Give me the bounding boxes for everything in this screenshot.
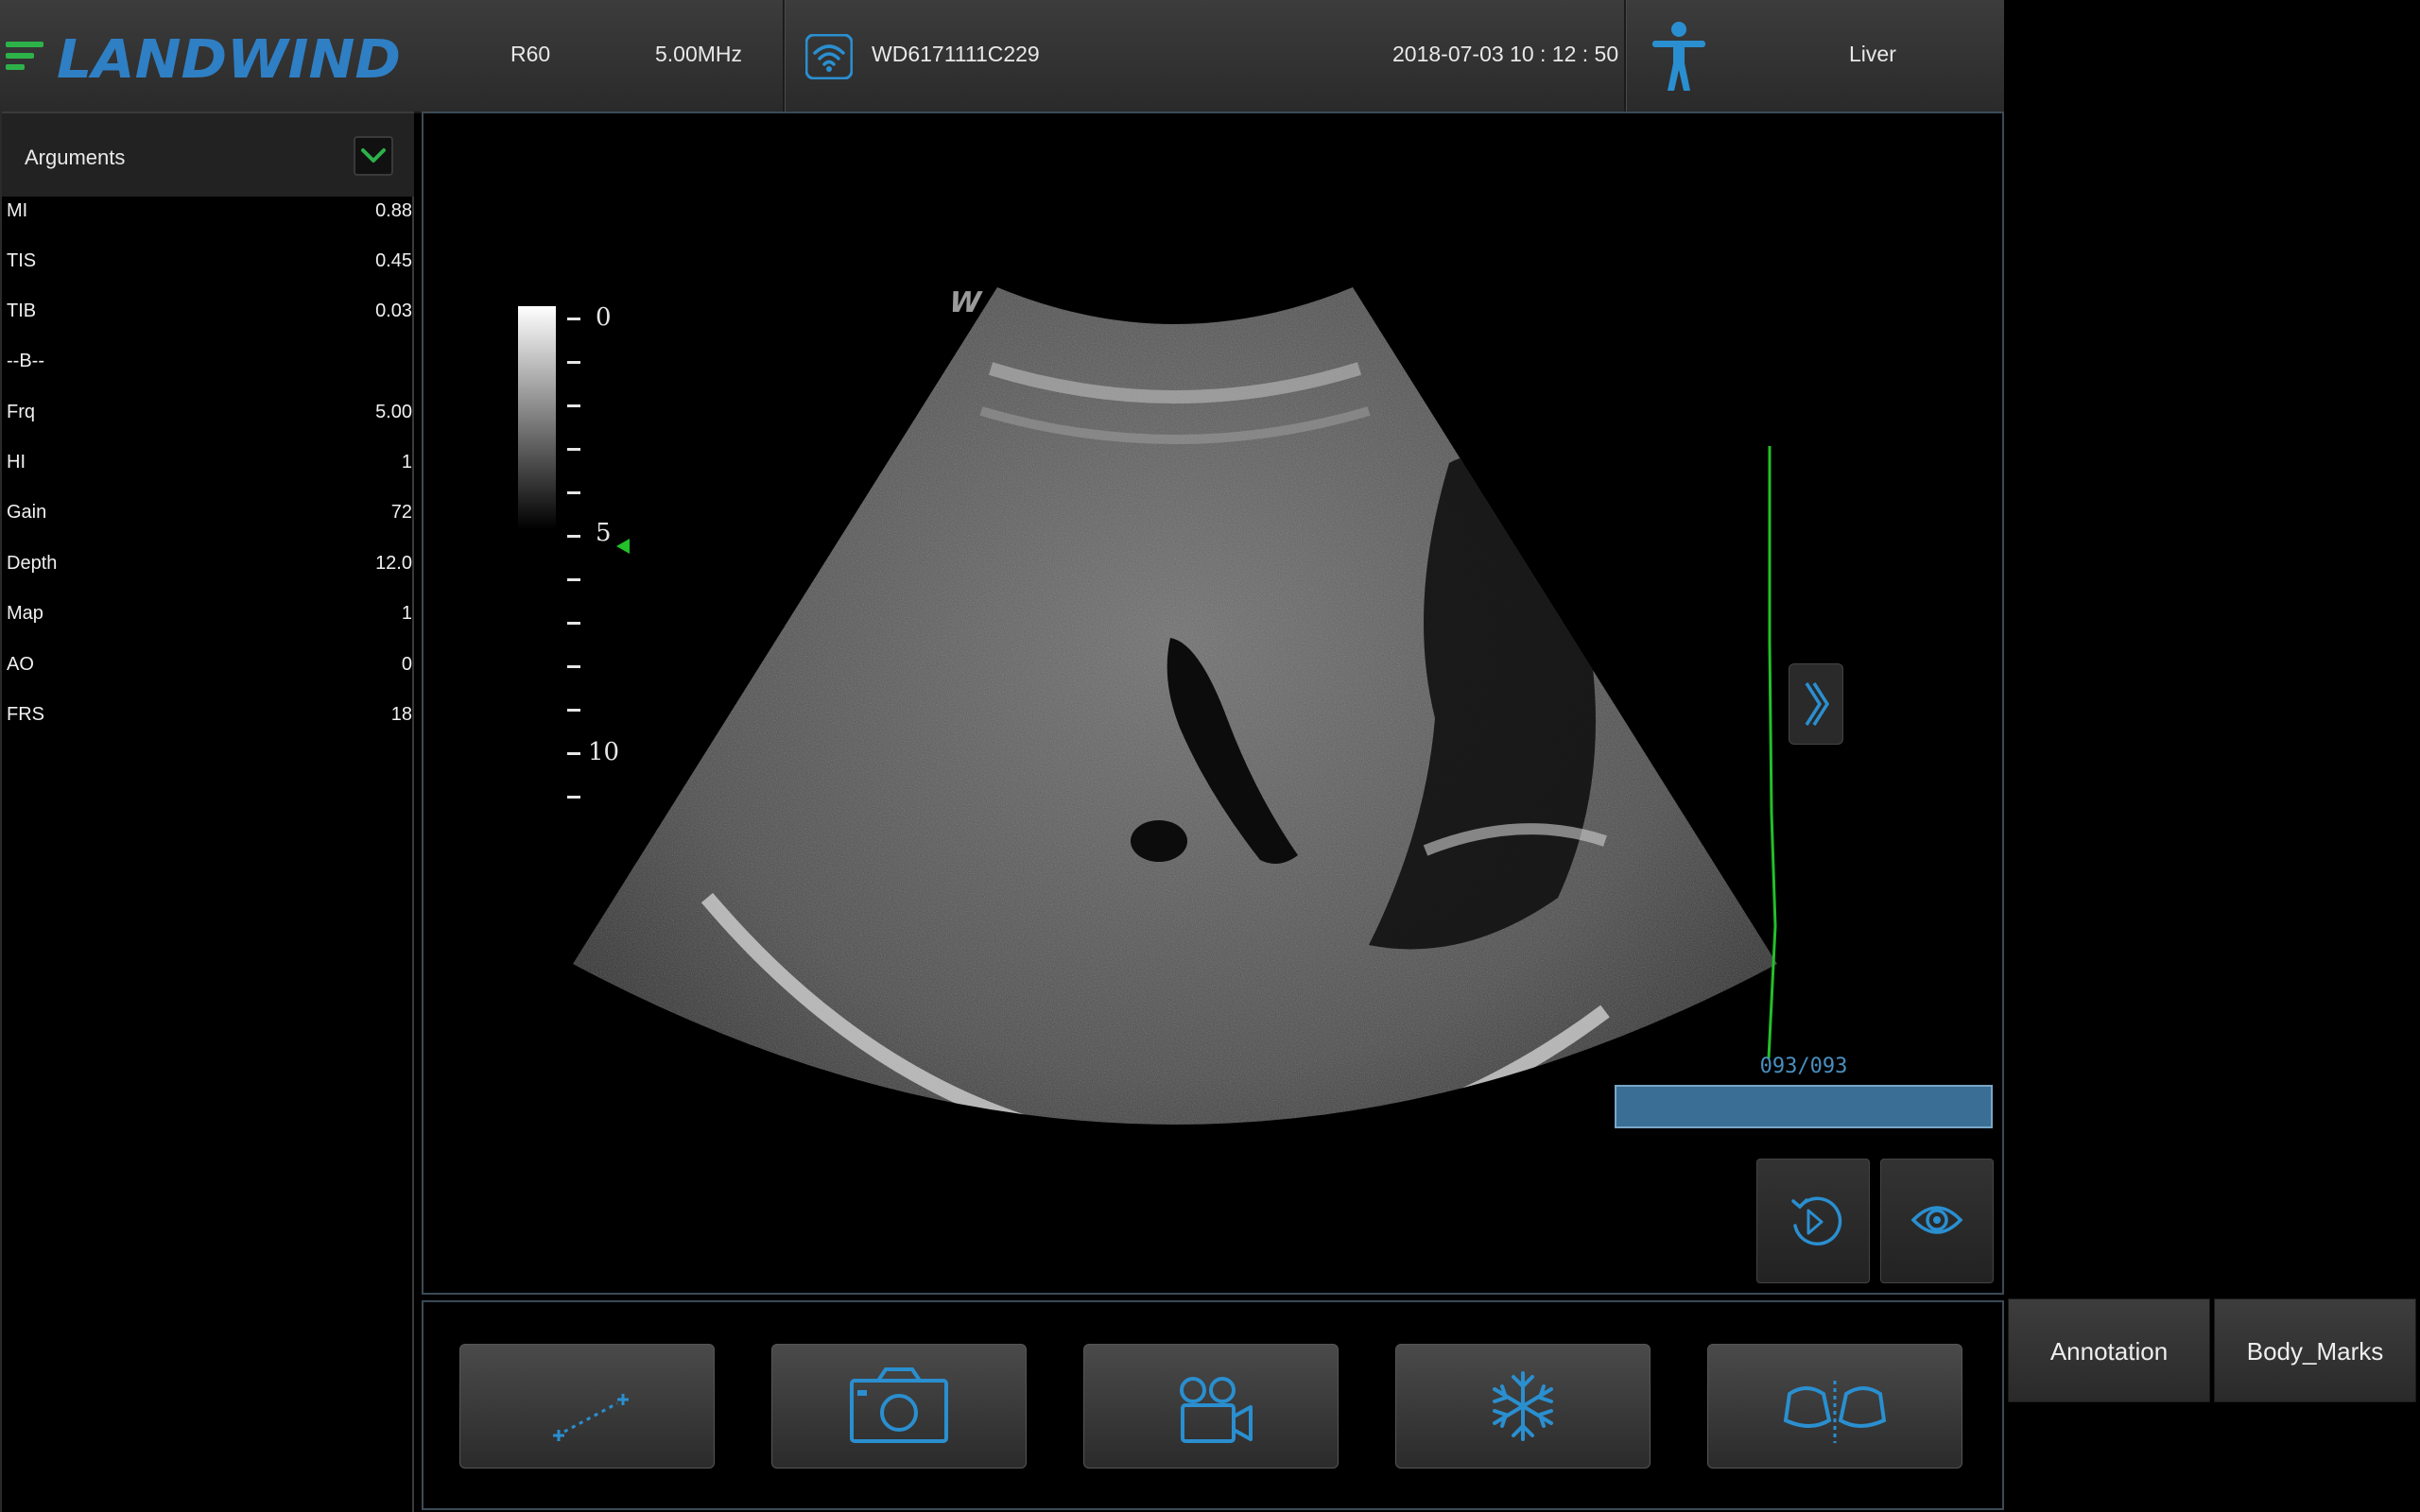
replay-icon	[1791, 1196, 1842, 1246]
argument-key: AO	[7, 654, 34, 675]
argument-value: 0.45	[375, 250, 412, 271]
probe-label: R60	[510, 42, 551, 66]
datetime: 2018-07-03 10 : 12 : 50	[1392, 42, 1619, 66]
preset-label[interactable]: Liver	[1849, 42, 1896, 67]
bottom-toolbar	[422, 1300, 2004, 1510]
argument-row: MI 0.88	[2, 200, 414, 229]
top-bar: LANDWIND R60 5.00MHz WD6171111C229 2018-…	[0, 0, 2004, 113]
frequency-label: 5.00MHz	[655, 42, 743, 66]
brand-text: LANDWIND	[57, 29, 401, 87]
measure-icon	[553, 1394, 629, 1441]
double-chevron-right-icon	[1805, 682, 1830, 726]
person-icon[interactable]	[1649, 21, 1709, 93]
argument-value: 1	[401, 452, 412, 472]
argument-value: 18	[390, 704, 412, 725]
argument-row: FRS 18	[2, 704, 414, 732]
camera-icon	[850, 1367, 948, 1443]
wifi-icon[interactable]	[805, 34, 853, 79]
argument-section: --B--	[7, 351, 44, 371]
argument-row: Gain 72	[2, 502, 414, 530]
cine-progress-fill	[1616, 1087, 1991, 1126]
argument-key: Map	[7, 603, 43, 624]
arguments-toggle-button[interactable]	[354, 136, 393, 176]
measure-button[interactable]	[459, 1344, 715, 1469]
argument-value: 72	[390, 502, 412, 523]
argument-row: HI 1	[2, 452, 414, 480]
argument-key: MI	[7, 200, 28, 221]
argument-key: TIS	[7, 250, 37, 271]
depth-label: 0	[596, 303, 612, 332]
argument-key: FRS	[7, 704, 44, 725]
header-divider	[1624, 0, 1626, 112]
video-record-button[interactable]	[1083, 1344, 1339, 1469]
argument-row: TIB 0.03	[2, 301, 414, 329]
cine-progress-bar[interactable]	[1615, 1085, 1993, 1128]
view-toggle-button[interactable]	[1880, 1159, 1994, 1283]
argument-value: 0.03	[375, 301, 412, 321]
focus-marker[interactable]	[616, 539, 630, 554]
eye-icon	[1910, 1206, 1963, 1234]
expand-panel-button[interactable]	[1789, 663, 1843, 745]
argument-value: 12.0	[375, 553, 412, 574]
orientation-mark: W	[945, 286, 985, 318]
chevron-down-icon	[361, 148, 386, 163]
dual-view-button[interactable]	[1707, 1344, 1962, 1469]
body-marks-button[interactable]: Body_Marks	[2214, 1298, 2416, 1402]
argument-value: 0.88	[375, 200, 412, 221]
argument-value: 1	[401, 603, 412, 624]
device-id: WD6171111C229	[872, 42, 1040, 66]
argument-row: Depth 12.0	[2, 553, 414, 581]
cine-counter: 093/093	[1759, 1055, 1848, 1078]
argument-key: HI	[7, 452, 26, 472]
annotation-button[interactable]: Annotation	[2008, 1298, 2210, 1402]
argument-key: Gain	[7, 502, 47, 523]
grayscale-bar	[518, 306, 556, 529]
argument-row: AO 0	[2, 654, 414, 682]
argument-key: Depth	[7, 553, 58, 574]
freeze-button[interactable]	[1395, 1344, 1651, 1469]
argument-key: Frq	[7, 402, 35, 422]
landwind-logo: LANDWIND	[6, 29, 401, 87]
screenshot-button[interactable]	[771, 1344, 1027, 1469]
argument-value: 5.00	[375, 402, 412, 422]
freeze-icon	[1493, 1371, 1553, 1441]
argument-value: 0	[401, 654, 412, 675]
depth-label: 10	[588, 738, 619, 766]
argument-row: Map 1	[2, 603, 414, 631]
arguments-title: Arguments	[25, 146, 126, 169]
argument-row: Frq 5.00	[2, 402, 414, 430]
argument-key: TIB	[7, 301, 37, 321]
header-divider	[783, 0, 785, 112]
arguments-panel: Arguments MI 0.88 TIS 0.45 TIB 0.03 --B-…	[0, 112, 414, 1512]
argument-row: --B--	[2, 351, 414, 379]
dual-view-icon	[1783, 1381, 1887, 1443]
depth-scale	[567, 318, 580, 799]
depth-label: 5	[596, 519, 612, 547]
video-camera-icon	[1180, 1377, 1253, 1443]
cine-replay-button[interactable]	[1756, 1159, 1870, 1283]
arguments-header: Arguments	[2, 112, 414, 197]
argument-row: TIS 0.45	[2, 250, 414, 279]
